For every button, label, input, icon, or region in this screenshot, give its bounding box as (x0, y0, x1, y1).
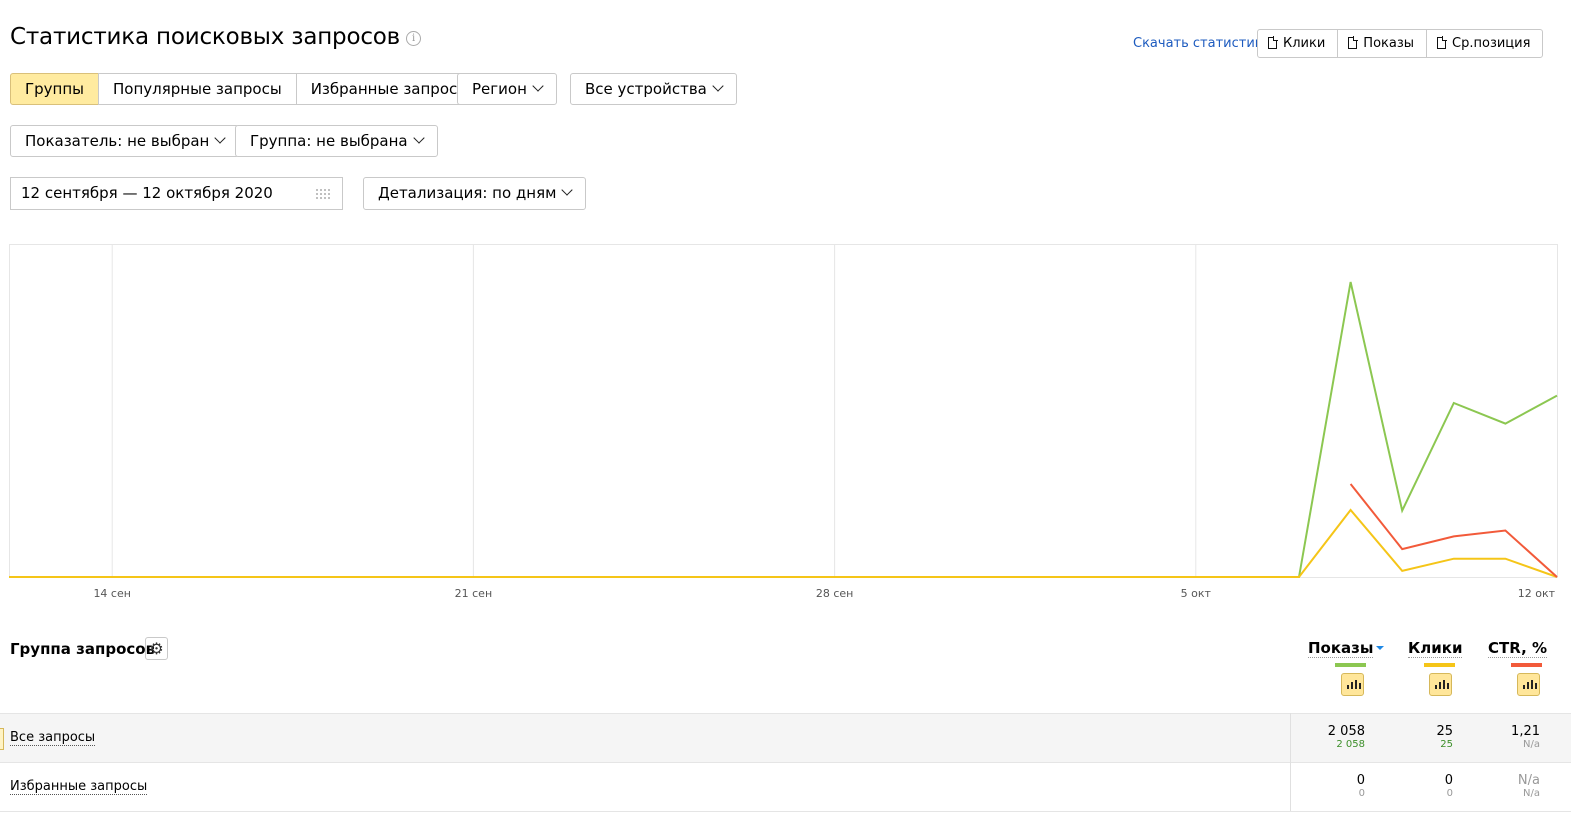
chevron-down-icon (712, 80, 724, 92)
x-tick-label: 12 окт (1518, 587, 1556, 600)
column-header-shows[interactable]: Показы (1308, 639, 1385, 658)
series-line-1 (9, 508, 1558, 578)
cell-shows: 00 (1356, 773, 1365, 800)
cell-shows: 2 058 2 058 (1327, 724, 1365, 751)
cell-ctr: N/a N/a (1517, 773, 1540, 800)
date-range-input[interactable]: 12 сентября — 12 октября 2020 (10, 177, 343, 210)
column-header-clicks[interactable]: Клики (1408, 639, 1463, 658)
series-color-shows (1335, 663, 1366, 667)
chart-frame (9, 244, 1558, 578)
row-name-link[interactable]: Избранные запросы (10, 779, 148, 795)
table-row[interactable]: Избранные запросы 00 00 N/a N/a (0, 762, 1571, 811)
export-shows-button[interactable]: Показы (1337, 29, 1428, 58)
chevron-down-icon (412, 132, 425, 144)
row-selected-marker (0, 728, 4, 750)
metric-dropdown[interactable]: Показатель: не выбран (10, 125, 240, 157)
chevron-down-icon (532, 80, 544, 92)
x-tick-label: 21 сен (455, 587, 493, 600)
table-row[interactable]: Все запросы 2 058 2 058 25 25 1,21 N/a (0, 713, 1571, 762)
tab-favorite-queries[interactable]: Избранные запросы (295, 73, 485, 105)
series-line-2 (1349, 483, 1558, 578)
x-tick-label: 28 сен (816, 587, 854, 600)
series-line-0 (9, 281, 1558, 578)
document-icon (1348, 36, 1359, 49)
view-tabs: Группы Популярные запросы Избранные запр… (10, 73, 485, 105)
devices-dropdown[interactable]: Все устройства (570, 73, 737, 105)
info-icon[interactable]: i (406, 31, 421, 46)
calendar-icon[interactable] (315, 188, 332, 200)
column-divider (1290, 713, 1291, 811)
gear-icon[interactable]: ⚙ (145, 637, 168, 660)
document-icon (1437, 36, 1448, 49)
export-position-button[interactable]: Ср.позиция (1426, 29, 1544, 58)
tab-groups[interactable]: Группы (10, 73, 100, 105)
download-stats-link[interactable]: Скачать статистику (1133, 36, 1270, 51)
row-name-link[interactable]: Все запросы (10, 730, 96, 746)
region-dropdown[interactable]: Регион (457, 73, 557, 105)
group-dropdown[interactable]: Группа: не выбрана (235, 125, 438, 157)
chart-toggle-clicks-icon[interactable] (1429, 673, 1452, 696)
chart-toggle-ctr-icon[interactable] (1517, 673, 1540, 696)
series-color-ctr (1511, 663, 1542, 667)
column-header-ctr[interactable]: CTR, % (1488, 639, 1548, 658)
cell-ctr: 1,21 N/a (1511, 724, 1540, 751)
tab-popular-queries[interactable]: Популярные запросы (98, 73, 297, 105)
export-buttons: Клики Показы Ср.позиция (1257, 29, 1544, 58)
table-bottom-border (0, 811, 1571, 812)
chevron-down-icon (214, 132, 227, 144)
document-icon (1268, 36, 1278, 49)
stats-chart: 14 сен 21 сен 28 сен 5 окт 12 окт (9, 244, 1558, 600)
x-tick-label: 14 сен (93, 587, 131, 600)
chevron-down-icon (561, 184, 574, 196)
export-clicks-button[interactable]: Клики (1257, 29, 1339, 58)
series-color-clicks (1424, 663, 1455, 667)
cell-clicks: 25 25 (1436, 724, 1453, 751)
detail-dropdown[interactable]: Детализация: по дням (363, 177, 587, 210)
sort-desc-icon (1376, 646, 1385, 650)
page-title: Статистика поисковых запросов i (10, 24, 421, 50)
cell-clicks: 00 (1444, 773, 1453, 800)
chart-toggle-shows-icon[interactable] (1341, 673, 1364, 696)
x-tick-label: 5 окт (1181, 587, 1212, 600)
group-column-title: Группа запросов (10, 640, 156, 658)
